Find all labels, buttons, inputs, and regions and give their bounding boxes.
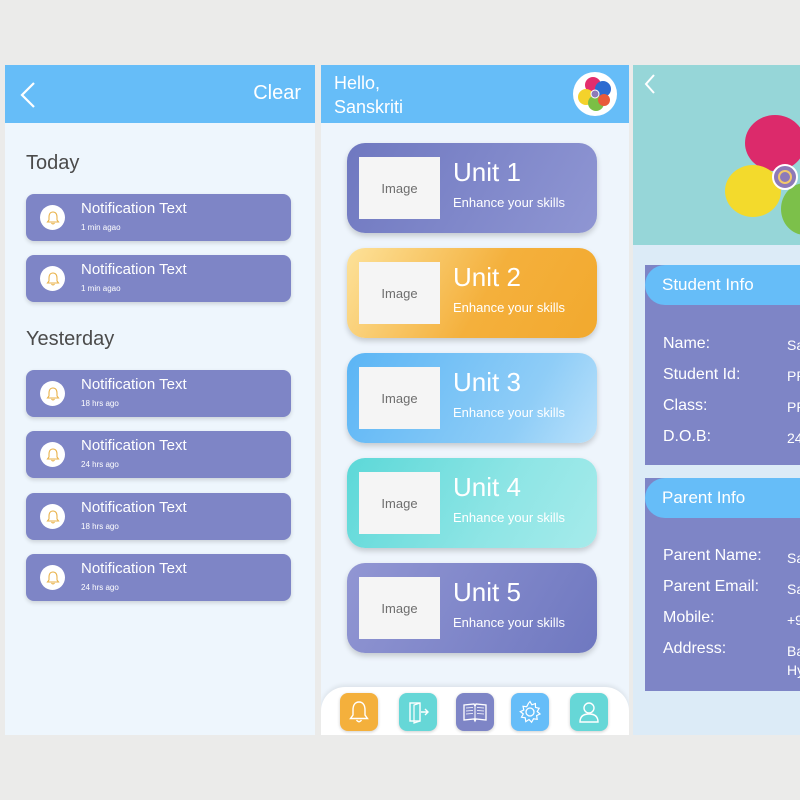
notification-time: 24 hrs ago xyxy=(81,583,119,592)
notification-item[interactable]: Notification Text 1 min agao xyxy=(26,194,291,241)
units-screen: Hello, Sanskriti Image Unit 1 Enhance yo… xyxy=(321,65,629,735)
unit-subtitle: Enhance your skills xyxy=(453,615,565,630)
notification-time: 24 hrs ago xyxy=(81,460,119,469)
nav-settings-button[interactable] xyxy=(511,693,549,731)
student-info-card: Student Info Name: Sa Student Id: PR Cla… xyxy=(645,265,800,465)
notification-item[interactable]: Notification Text 18 hrs ago xyxy=(26,370,291,417)
unit-card-3[interactable]: Image Unit 3 Enhance your skills xyxy=(347,353,597,443)
notification-time: 1 min agao xyxy=(81,223,121,232)
bell-icon xyxy=(40,565,65,590)
unit-image-placeholder: Image xyxy=(359,157,440,219)
chevron-left-icon[interactable] xyxy=(17,81,39,109)
user-icon xyxy=(579,702,599,723)
unit-subtitle: Enhance your skills xyxy=(453,405,565,420)
unit-image-placeholder: Image xyxy=(359,367,440,429)
unit-title: Unit 3 xyxy=(453,367,521,397)
parent-info-title: Parent Info xyxy=(645,478,800,518)
unit-title: Unit 2 xyxy=(453,262,521,292)
unit-subtitle: Enhance your skills xyxy=(453,300,565,315)
field-label: Name: xyxy=(663,335,711,352)
unit-title: Unit 4 xyxy=(453,472,521,502)
greeting-name: Sanskriti xyxy=(334,97,404,117)
field-label: Student Id: xyxy=(663,366,741,383)
nav-logout-button[interactable] xyxy=(399,693,437,731)
unit-card-5[interactable]: Image Unit 5 Enhance your skills xyxy=(347,563,597,653)
field-value: Sa xyxy=(787,581,800,597)
notification-item[interactable]: Notification Text 24 hrs ago xyxy=(26,431,291,478)
field-value: PR xyxy=(787,368,800,384)
unit-title: Unit 1 xyxy=(453,157,521,187)
bottom-nav xyxy=(321,687,629,735)
unit-card-1[interactable]: Image Unit 1 Enhance your skills xyxy=(347,143,597,233)
clear-button[interactable]: Clear xyxy=(253,82,301,105)
unit-subtitle: Enhance your skills xyxy=(453,195,565,210)
unit-title: Unit 5 xyxy=(453,577,521,607)
profile-screen: Student Info Name: Sa Student Id: PR Cla… xyxy=(633,65,800,735)
field-value: Sa xyxy=(787,337,800,353)
field-value: PR xyxy=(787,399,800,415)
unit-image-placeholder: Image xyxy=(359,472,440,534)
notification-text: Notification Text xyxy=(81,200,187,217)
notification-item[interactable]: Notification Text 18 hrs ago xyxy=(26,493,291,540)
field-value: Sa xyxy=(787,550,800,566)
field-label: Mobile: xyxy=(663,609,715,626)
notification-text: Notification Text xyxy=(81,499,187,516)
unit-image-placeholder: Image xyxy=(359,262,440,324)
bell-icon xyxy=(40,205,65,230)
field-label: D.O.B: xyxy=(663,428,712,445)
gear-icon xyxy=(519,700,542,724)
greeting-line1: Hello, xyxy=(334,73,381,93)
notification-text: Notification Text xyxy=(81,376,187,393)
notification-item[interactable]: Notification Text 24 hrs ago xyxy=(26,554,291,601)
field-label: Parent Email: xyxy=(663,578,760,595)
field-label: Parent Name: xyxy=(663,547,762,564)
notifications-header: Clear xyxy=(5,65,315,123)
student-info-title: Student Info xyxy=(645,265,800,305)
field-label: Address: xyxy=(663,640,727,657)
book-icon xyxy=(463,703,487,723)
chevron-left-icon[interactable] xyxy=(643,73,657,95)
field-value: +9 xyxy=(787,612,800,628)
today-heading: Today xyxy=(26,152,80,174)
unit-image-placeholder: Image xyxy=(359,577,440,639)
notification-item[interactable]: Notification Text 1 min agao xyxy=(26,255,291,302)
field-value: 24 xyxy=(787,430,800,446)
exit-icon xyxy=(409,702,429,724)
profile-header xyxy=(633,65,800,245)
greeting: Hello, Sanskriti xyxy=(334,71,403,119)
bell-icon xyxy=(40,266,65,291)
app-logo-icon[interactable] xyxy=(573,72,617,116)
notification-time: 1 min agao xyxy=(81,284,121,293)
bell-icon xyxy=(40,442,65,467)
notification-text: Notification Text xyxy=(81,560,187,577)
notification-time: 18 hrs ago xyxy=(81,522,119,531)
unit-card-4[interactable]: Image Unit 4 Enhance your skills xyxy=(347,458,597,548)
parent-info-card: Parent Info Parent Name: Sa Parent Email… xyxy=(645,478,800,691)
yesterday-heading: Yesterday xyxy=(26,328,115,350)
unit-subtitle: Enhance your skills xyxy=(453,510,565,525)
nav-notifications-button[interactable] xyxy=(340,693,378,731)
unit-card-2[interactable]: Image Unit 2 Enhance your skills xyxy=(347,248,597,338)
notifications-screen: Clear Today Notification Text 1 min agao… xyxy=(5,65,315,735)
field-value: Ba xyxy=(787,643,800,659)
nav-profile-button[interactable] xyxy=(570,693,608,731)
bell-icon xyxy=(349,701,369,723)
field-label: Class: xyxy=(663,397,708,414)
notification-time: 18 hrs ago xyxy=(81,399,119,408)
units-header: Hello, Sanskriti xyxy=(321,65,629,123)
field-value: Hy xyxy=(787,662,800,678)
bell-icon xyxy=(40,504,65,529)
profile-avatar-logo-icon xyxy=(725,115,800,235)
bell-icon xyxy=(40,381,65,406)
notification-text: Notification Text xyxy=(81,261,187,278)
nav-units-button[interactable] xyxy=(456,693,494,731)
notification-text: Notification Text xyxy=(81,437,187,454)
